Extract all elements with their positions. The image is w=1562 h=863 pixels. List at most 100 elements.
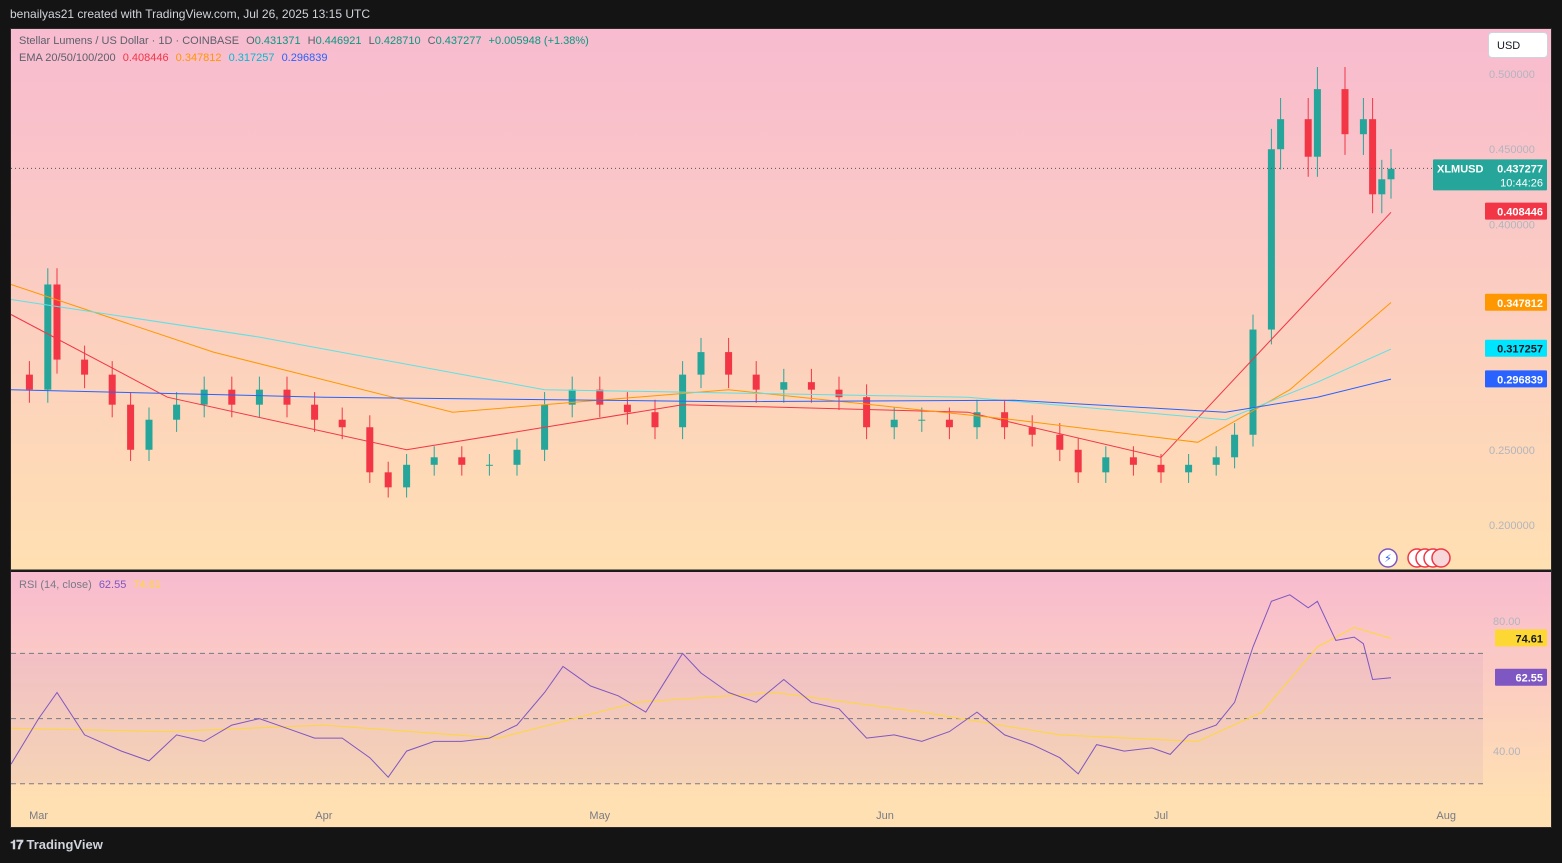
candle-body <box>1313 89 1321 157</box>
candle-body <box>697 352 705 375</box>
candle-body <box>890 419 898 428</box>
rsi-band <box>11 652 1483 785</box>
chart-caption: benailyas21 created with TradingView.com… <box>10 7 370 21</box>
price-tick-label: 0.200000 <box>1489 520 1535 532</box>
candle-body <box>403 464 411 488</box>
ema-axis-label: 0.296839 <box>1497 374 1543 386</box>
ema100-value: 0.317257 <box>228 52 275 64</box>
time-tick-label: May <box>589 810 610 822</box>
candle-body <box>1277 119 1285 150</box>
high-label: H <box>307 35 316 47</box>
candle-body <box>25 374 33 390</box>
rsi-title[interactable]: RSI (14, close) <box>19 579 92 591</box>
candle-body <box>1249 329 1257 435</box>
candle-body <box>81 359 89 375</box>
rsi-legend: RSI (14, close) 62.55 74.61 <box>19 579 165 591</box>
candle-body <box>752 374 760 390</box>
candle-body <box>430 457 438 465</box>
currency-button[interactable]: USD <box>1488 32 1548 58</box>
last-price-value: 0.437277 <box>1497 163 1543 175</box>
time-axis-background[interactable] <box>11 800 1552 828</box>
price-tick-label: 0.450000 <box>1489 144 1535 156</box>
candle-body <box>53 284 61 360</box>
candle-body <box>623 404 631 413</box>
candle-body <box>1212 457 1220 465</box>
bar-countdown: 10:44:26 <box>1500 177 1543 189</box>
candle-body <box>338 419 346 428</box>
high-value: 0.446921 <box>315 35 362 47</box>
ema-legend: EMA 20/50/100/200 0.408446 0.347812 0.31… <box>19 52 331 64</box>
candle-body <box>44 284 52 390</box>
low-label: L <box>368 35 375 47</box>
price-tick-label: 0.250000 <box>1489 445 1535 457</box>
candle-body <box>1028 427 1036 435</box>
candle-body <box>1056 434 1064 450</box>
candle-body <box>1369 119 1377 195</box>
last-price-symbol: XLMUSD <box>1437 163 1484 175</box>
candle-body <box>945 419 953 428</box>
candle-body <box>835 389 843 398</box>
candle-body <box>1341 89 1349 135</box>
candle-body <box>1304 119 1312 157</box>
low-value: 0.428710 <box>374 35 421 47</box>
chart-frame[interactable]: 0.500000 0.450000 0.400000 0.250000 0.200000… <box>10 28 1552 828</box>
brand-name: TradingView <box>26 837 103 852</box>
open-label: O <box>246 35 255 47</box>
candle-body <box>228 389 236 405</box>
candle-body <box>807 382 815 390</box>
event-icons[interactable]: ⚡ <box>1378 548 1451 568</box>
candle-body <box>173 404 181 420</box>
candle-body <box>1074 449 1082 473</box>
candle-body <box>596 389 604 405</box>
rsi-ma-axis-label: 74.61 <box>1515 633 1543 645</box>
time-tick-label: Jun <box>876 810 894 822</box>
close-label: C <box>427 35 436 47</box>
candle-body <box>651 412 659 428</box>
candle-body <box>384 472 392 488</box>
brand-footer: 𝟏𝟕 TradingView <box>10 835 103 855</box>
candle-body <box>1102 457 1110 473</box>
candle-body <box>311 404 319 420</box>
close-value: 0.437277 <box>435 35 482 47</box>
lightning-glyph-icon: ⚡ <box>1384 552 1392 565</box>
candle-body <box>458 457 466 465</box>
time-tick-label: Apr <box>315 810 332 822</box>
candle-body <box>1387 168 1395 180</box>
candle-body <box>1359 119 1367 135</box>
candle-body <box>513 449 521 465</box>
open-value: 0.431371 <box>254 35 301 47</box>
candle-body <box>780 382 788 390</box>
ohlc-legend: Stellar Lumens / US Dollar · 1D · COINBA… <box>19 35 593 47</box>
candle-body <box>200 389 208 405</box>
ema200-value: 0.296839 <box>281 52 328 64</box>
candle-body <box>725 352 733 375</box>
us-flag-event-icon[interactable] <box>1431 548 1451 568</box>
chart-canvas[interactable]: 0.500000 0.450000 0.400000 0.250000 0.200000… <box>11 29 1552 828</box>
rsi-tick-label: 80.00 <box>1493 616 1521 628</box>
price-tick-label: 0.400000 <box>1489 219 1535 231</box>
candle-body <box>283 389 291 405</box>
ema50-value: 0.347812 <box>175 52 222 64</box>
price-tick-label: 0.500000 <box>1489 69 1535 81</box>
candle-body <box>1185 464 1193 473</box>
time-tick-label: Jul <box>1154 810 1168 822</box>
ema-title[interactable]: EMA 20/50/100/200 <box>19 52 116 64</box>
rsi-tick-label: 40.00 <box>1493 746 1521 758</box>
time-tick-label: Aug <box>1436 810 1456 822</box>
ema-axis-label: 0.347812 <box>1497 298 1543 310</box>
rsi-value: 62.55 <box>98 579 127 591</box>
candle-body <box>127 404 135 450</box>
rsi-ma-value: 74.61 <box>133 579 161 591</box>
candle-body <box>366 427 374 473</box>
ema20-value: 0.408446 <box>122 52 169 64</box>
time-tick-label: Mar <box>29 810 48 822</box>
candle-body <box>1267 149 1275 330</box>
candle-body <box>1231 434 1239 458</box>
candle-body <box>1157 464 1165 473</box>
ema-axis-label: 0.408446 <box>1497 207 1543 219</box>
candle-body <box>863 397 871 428</box>
candle-body <box>255 389 263 405</box>
symbol-title[interactable]: Stellar Lumens / US Dollar · 1D · COINBA… <box>19 35 239 47</box>
candle-body <box>145 419 153 450</box>
tradingview-logo-icon: 𝟏𝟕 <box>10 837 24 852</box>
